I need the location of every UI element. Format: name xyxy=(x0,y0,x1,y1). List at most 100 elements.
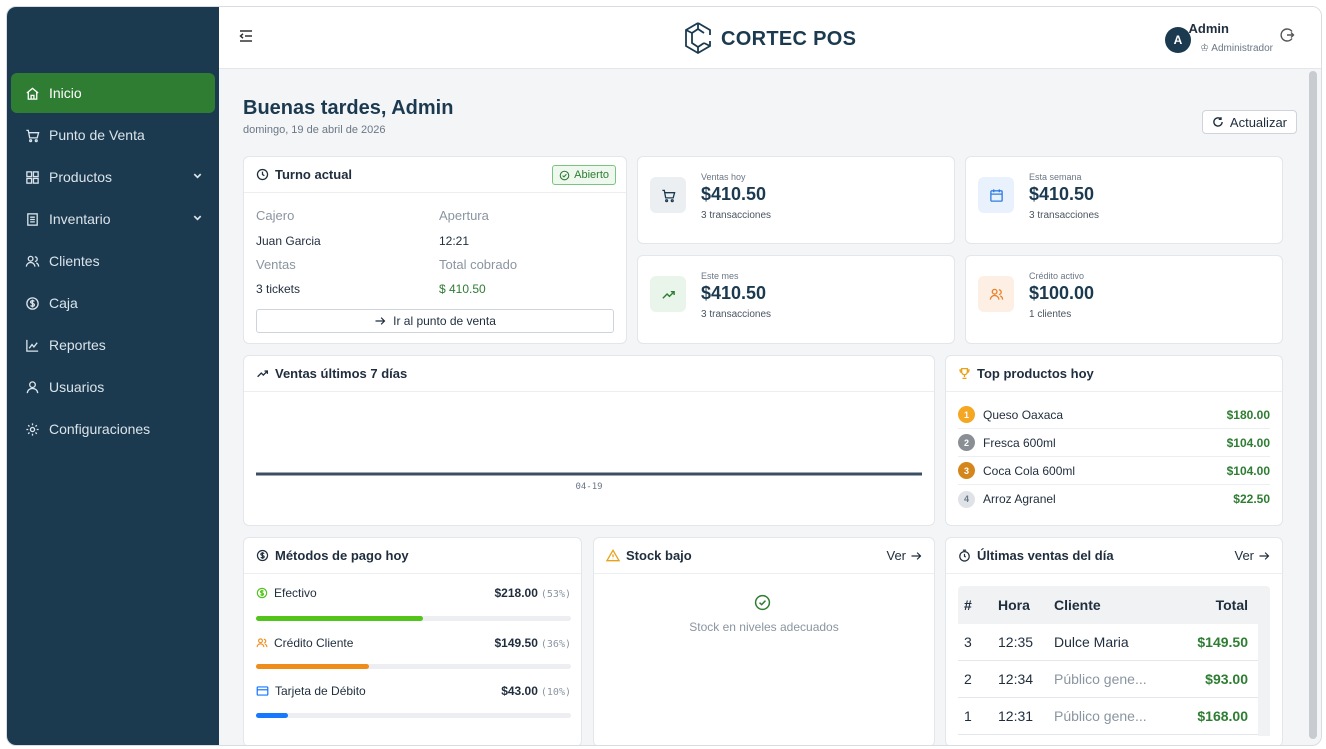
stat-subtext: 3 transacciones xyxy=(1029,210,1100,221)
sales-chart-header: Ventas últimos 7 días xyxy=(244,356,934,392)
top-products-title: Top productos hoy xyxy=(977,366,1094,381)
logout-icon[interactable] xyxy=(1279,27,1299,47)
payment-row-cash: Efectivo $218.00 (53%) xyxy=(256,586,571,600)
product-name: Coca Cola 600ml xyxy=(983,463,1076,478)
sale-total: $168.00 xyxy=(1197,708,1248,724)
recent-sales-title: Últimas ventas del día xyxy=(977,548,1114,563)
arrow-right-icon xyxy=(1258,550,1270,562)
column-header: # xyxy=(964,597,972,613)
payment-percent: (53%) xyxy=(540,589,571,600)
sale-time: 12:31 xyxy=(998,708,1034,724)
calendar-icon xyxy=(978,177,1014,213)
list-item[interactable]: 1 Queso Oaxaca $180.00 xyxy=(958,401,1270,429)
recent-sales-table: # Hora Cliente Total 3 12:35 Dulce Maria… xyxy=(958,586,1270,735)
product-amount: $180.00 xyxy=(1226,407,1270,422)
progress-bar xyxy=(256,616,571,621)
arrow-right-icon xyxy=(910,550,922,562)
grid-icon xyxy=(23,170,41,185)
column-header: Cliente xyxy=(1054,597,1101,613)
user-role: ♔ Administrador xyxy=(1200,43,1273,54)
sales-chart-title: Ventas últimos 7 días xyxy=(275,366,408,381)
table-row[interactable]: 3 12:35 Dulce Maria $149.50 xyxy=(958,624,1270,661)
stat-label: Esta semana xyxy=(1029,172,1082,182)
product-amount: $104.00 xyxy=(1226,463,1270,478)
brand-logo: CORTEC POS xyxy=(681,21,856,58)
user-icon xyxy=(23,380,41,395)
table-scrollbar[interactable] xyxy=(1258,624,1270,736)
sidebar-item-reportes[interactable]: Reportes xyxy=(11,325,215,365)
status-badge: Abierto xyxy=(552,165,616,185)
payment-methods-title: Métodos de pago hoy xyxy=(275,548,409,563)
column-header: Total xyxy=(1215,597,1248,613)
dollar-circle-icon xyxy=(256,587,268,599)
page-title: Buenas tardes, Admin xyxy=(243,97,454,119)
sidebar-item-caja[interactable]: Caja xyxy=(11,283,215,323)
go-to-pos-label: Ir al punto de venta xyxy=(393,314,496,328)
sidebar-item-label: Productos xyxy=(49,169,113,185)
empty-state-text: Stock en niveles adecuados xyxy=(689,620,839,634)
payment-percent: (36%) xyxy=(540,639,571,650)
opening-label: Apertura xyxy=(439,208,489,223)
total-value: $ 410.50 xyxy=(439,282,486,296)
product-name: Arroz Agranel xyxy=(983,492,1056,506)
cashier-label: Cajero xyxy=(256,208,295,223)
stat-card-this-week: Esta semana $410.50 3 transacciones xyxy=(965,156,1283,244)
sidebar-item-clientes[interactable]: Clientes xyxy=(11,241,215,281)
sidebar-item-configuraciones[interactable]: Configuraciones xyxy=(11,409,215,449)
table-row[interactable]: 1 12:31 Público gene... $168.00 xyxy=(958,698,1270,735)
logo-icon xyxy=(681,21,715,58)
sidebar-item-usuarios[interactable]: Usuarios xyxy=(11,367,215,407)
trend-up-icon xyxy=(650,276,686,312)
stat-subtext: 1 clientes xyxy=(1029,309,1072,320)
sale-time: 12:35 xyxy=(998,634,1034,650)
sidebar-item-inicio[interactable]: Inicio xyxy=(11,73,215,113)
sidebar-item-productos[interactable]: Productos xyxy=(11,157,215,197)
sales-line-chart: 04-19 xyxy=(256,472,922,492)
recent-sales-view-link[interactable]: Ver xyxy=(1234,548,1270,563)
payment-row-credit: Crédito Cliente $149.50 (36%) xyxy=(256,636,571,650)
sale-number: 2 xyxy=(964,671,972,687)
payment-label: Efectivo xyxy=(274,586,317,600)
payment-amount-value: $149.50 xyxy=(494,636,538,650)
dollar-circle-icon xyxy=(256,549,269,562)
sidebar-nav: Inicio Punto de Venta Productos Inventar… xyxy=(11,73,215,451)
refresh-label: Actualizar xyxy=(1229,114,1287,130)
brand-name: CORTEC POS xyxy=(721,28,857,50)
users-icon xyxy=(978,276,1014,312)
trend-up-icon xyxy=(256,367,269,380)
sidebar: Inicio Punto de Venta Productos Inventar… xyxy=(7,7,219,745)
chart-icon xyxy=(23,338,41,353)
stat-value: $410.50 xyxy=(701,184,767,204)
list-item[interactable]: 3 Coca Cola 600ml $104.00 xyxy=(958,457,1270,485)
trophy-icon xyxy=(958,367,971,380)
recent-sales-header: Últimas ventas del día Ver xyxy=(946,538,1282,574)
page-date: domingo, 19 de abril de 2026 xyxy=(243,124,386,136)
total-label: Total cobrado xyxy=(439,257,518,272)
arrow-right-icon xyxy=(374,315,386,327)
table-row[interactable]: 2 12:34 Público gene... $93.00 xyxy=(958,661,1270,698)
sidebar-item-label: Inicio xyxy=(49,85,82,101)
top-products-header: Top productos hoy xyxy=(946,356,1282,392)
go-to-pos-button[interactable]: Ir al punto de venta xyxy=(256,309,614,333)
stat-card-sales-today: Ventas hoy $410.50 3 transacciones xyxy=(637,156,955,244)
refresh-icon xyxy=(1212,116,1224,128)
collapse-menu-icon[interactable] xyxy=(237,27,257,47)
low-stock-view-link[interactable]: Ver xyxy=(886,548,922,563)
list-item[interactable]: 2 Fresca 600ml $104.00 xyxy=(958,429,1270,457)
low-stock-header: Stock bajo Ver xyxy=(594,538,934,574)
sidebar-item-inventario[interactable]: Inventario xyxy=(11,199,215,239)
column-header: Hora xyxy=(998,597,1030,613)
payment-row-debit: Tarjeta de Débito $43.00 (10%) xyxy=(256,684,571,698)
shift-card: Turno actual Abierto Cajero Juan Garcia … xyxy=(243,156,627,344)
chevron-down-icon xyxy=(192,170,203,184)
list-item[interactable]: 4 Arroz Agranel $22.50 xyxy=(958,485,1270,513)
card-icon xyxy=(256,685,269,697)
stat-label: Crédito activo xyxy=(1029,271,1085,281)
avatar[interactable]: A xyxy=(1165,27,1191,53)
refresh-button[interactable]: Actualizar xyxy=(1201,110,1297,134)
page-scrollbar[interactable] xyxy=(1309,71,1317,739)
sidebar-item-punto-de-venta[interactable]: Punto de Venta xyxy=(11,115,215,155)
sales-chart-card: Ventas últimos 7 días 04-19 xyxy=(243,355,935,526)
product-name: Queso Oaxaca xyxy=(983,407,1064,422)
product-amount: $22.50 xyxy=(1233,492,1270,506)
